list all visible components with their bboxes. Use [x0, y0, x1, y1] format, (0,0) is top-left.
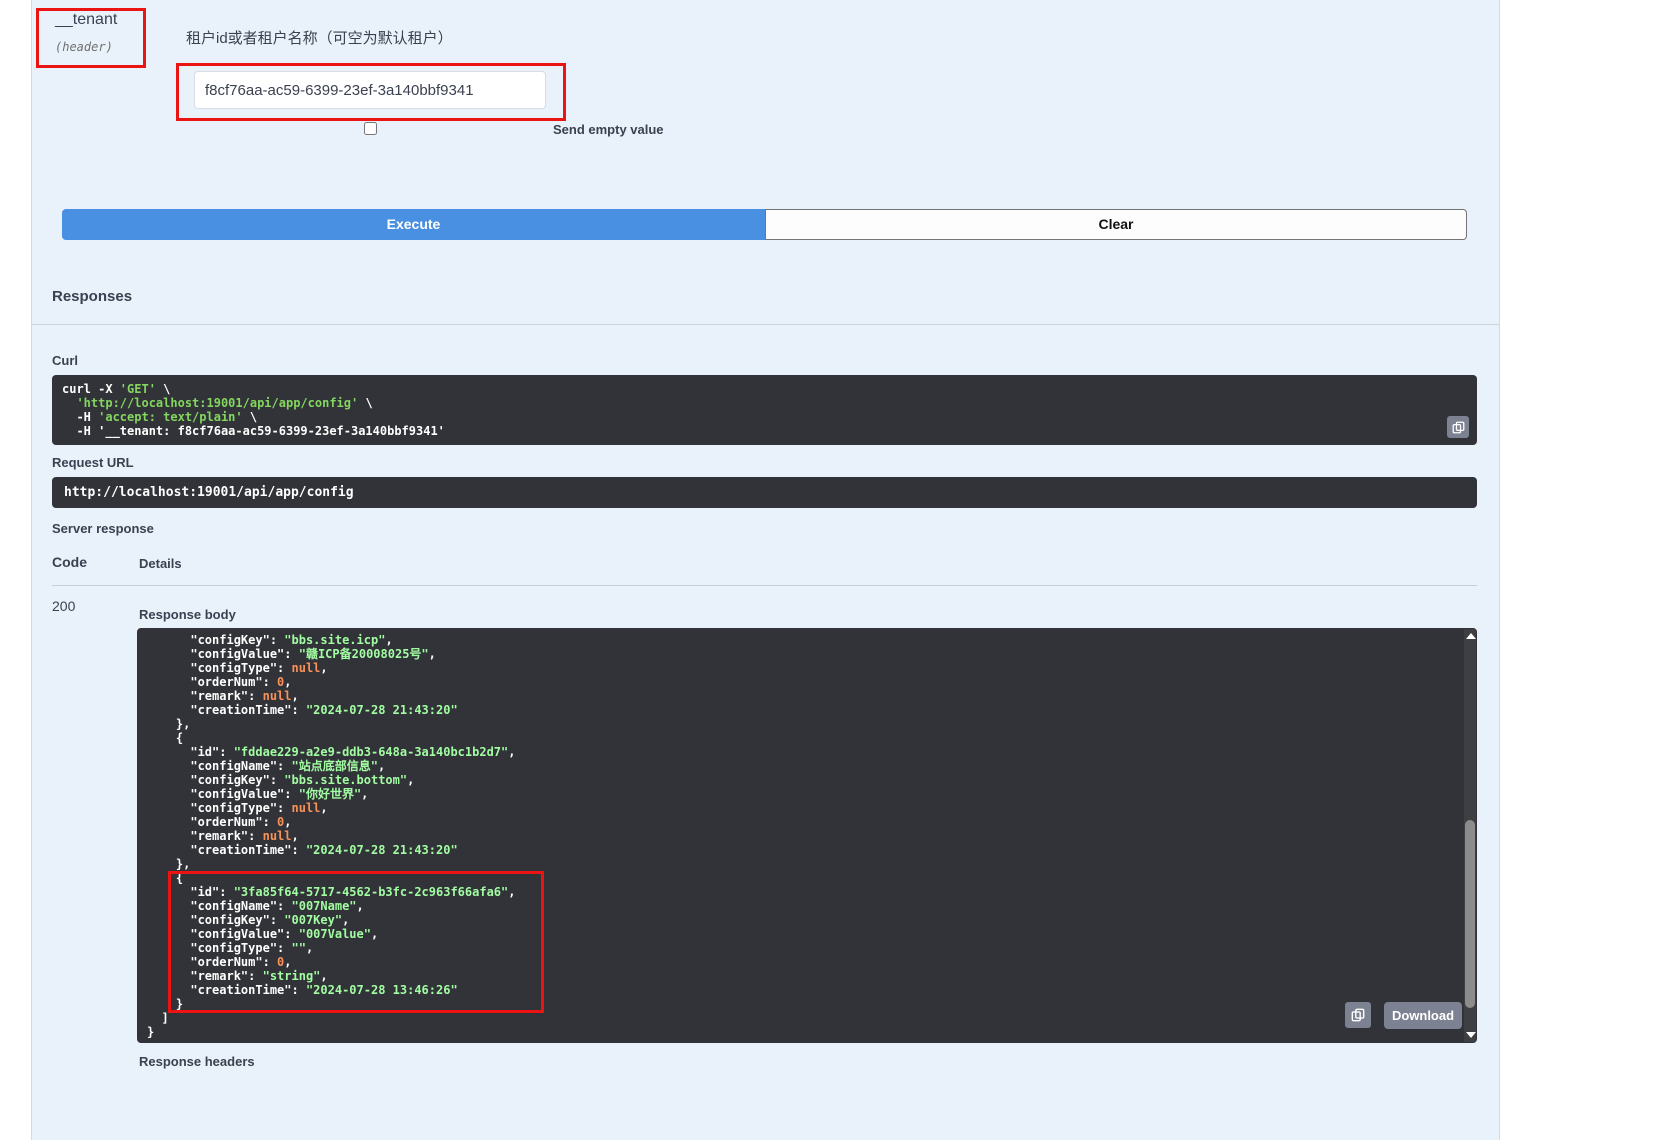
- status-code: 200: [52, 598, 75, 614]
- execute-button[interactable]: Execute: [62, 209, 765, 240]
- send-empty-value-label: Send empty value: [553, 122, 664, 137]
- tenant-input[interactable]: [194, 71, 546, 109]
- details-column-header: Details: [139, 556, 182, 571]
- request-url-value: http://localhost:19001/api/app/config: [52, 477, 1477, 508]
- response-table-divider: [52, 585, 1477, 586]
- curl-copy-button[interactable]: [1447, 416, 1469, 438]
- send-empty-value-checkbox[interactable]: [364, 122, 377, 135]
- response-copy-button[interactable]: [1345, 1002, 1371, 1028]
- parameter-location: (header): [55, 40, 113, 54]
- curl-label: Curl: [52, 353, 78, 368]
- responses-title: Responses: [52, 288, 132, 305]
- response-body-block[interactable]: "configKey": "bbs.site.icp", "configValu…: [137, 628, 1477, 1043]
- curl-command-block: curl -X 'GET' \ 'http://localhost:19001/…: [52, 375, 1477, 445]
- clipboard-icon: [1452, 421, 1465, 434]
- parameter-description: 租户id或者租户名称（可空为默认租户）: [186, 27, 453, 48]
- download-button[interactable]: Download: [1384, 1002, 1462, 1029]
- response-headers-label: Response headers: [139, 1054, 255, 1069]
- code-column-header: Code: [52, 554, 87, 570]
- response-body-scrollbar-thumb[interactable]: [1465, 820, 1475, 1008]
- scroll-up-arrow-icon[interactable]: [1466, 633, 1476, 639]
- scroll-down-arrow-icon[interactable]: [1466, 1032, 1476, 1038]
- responses-divider: [31, 324, 1500, 325]
- request-url-label: Request URL: [52, 455, 134, 470]
- server-response-label: Server response: [52, 521, 154, 536]
- response-body-label: Response body: [139, 607, 236, 622]
- clear-button[interactable]: Clear: [765, 209, 1467, 240]
- parameter-name: __tenant: [55, 11, 117, 29]
- clipboard-icon: [1351, 1008, 1365, 1022]
